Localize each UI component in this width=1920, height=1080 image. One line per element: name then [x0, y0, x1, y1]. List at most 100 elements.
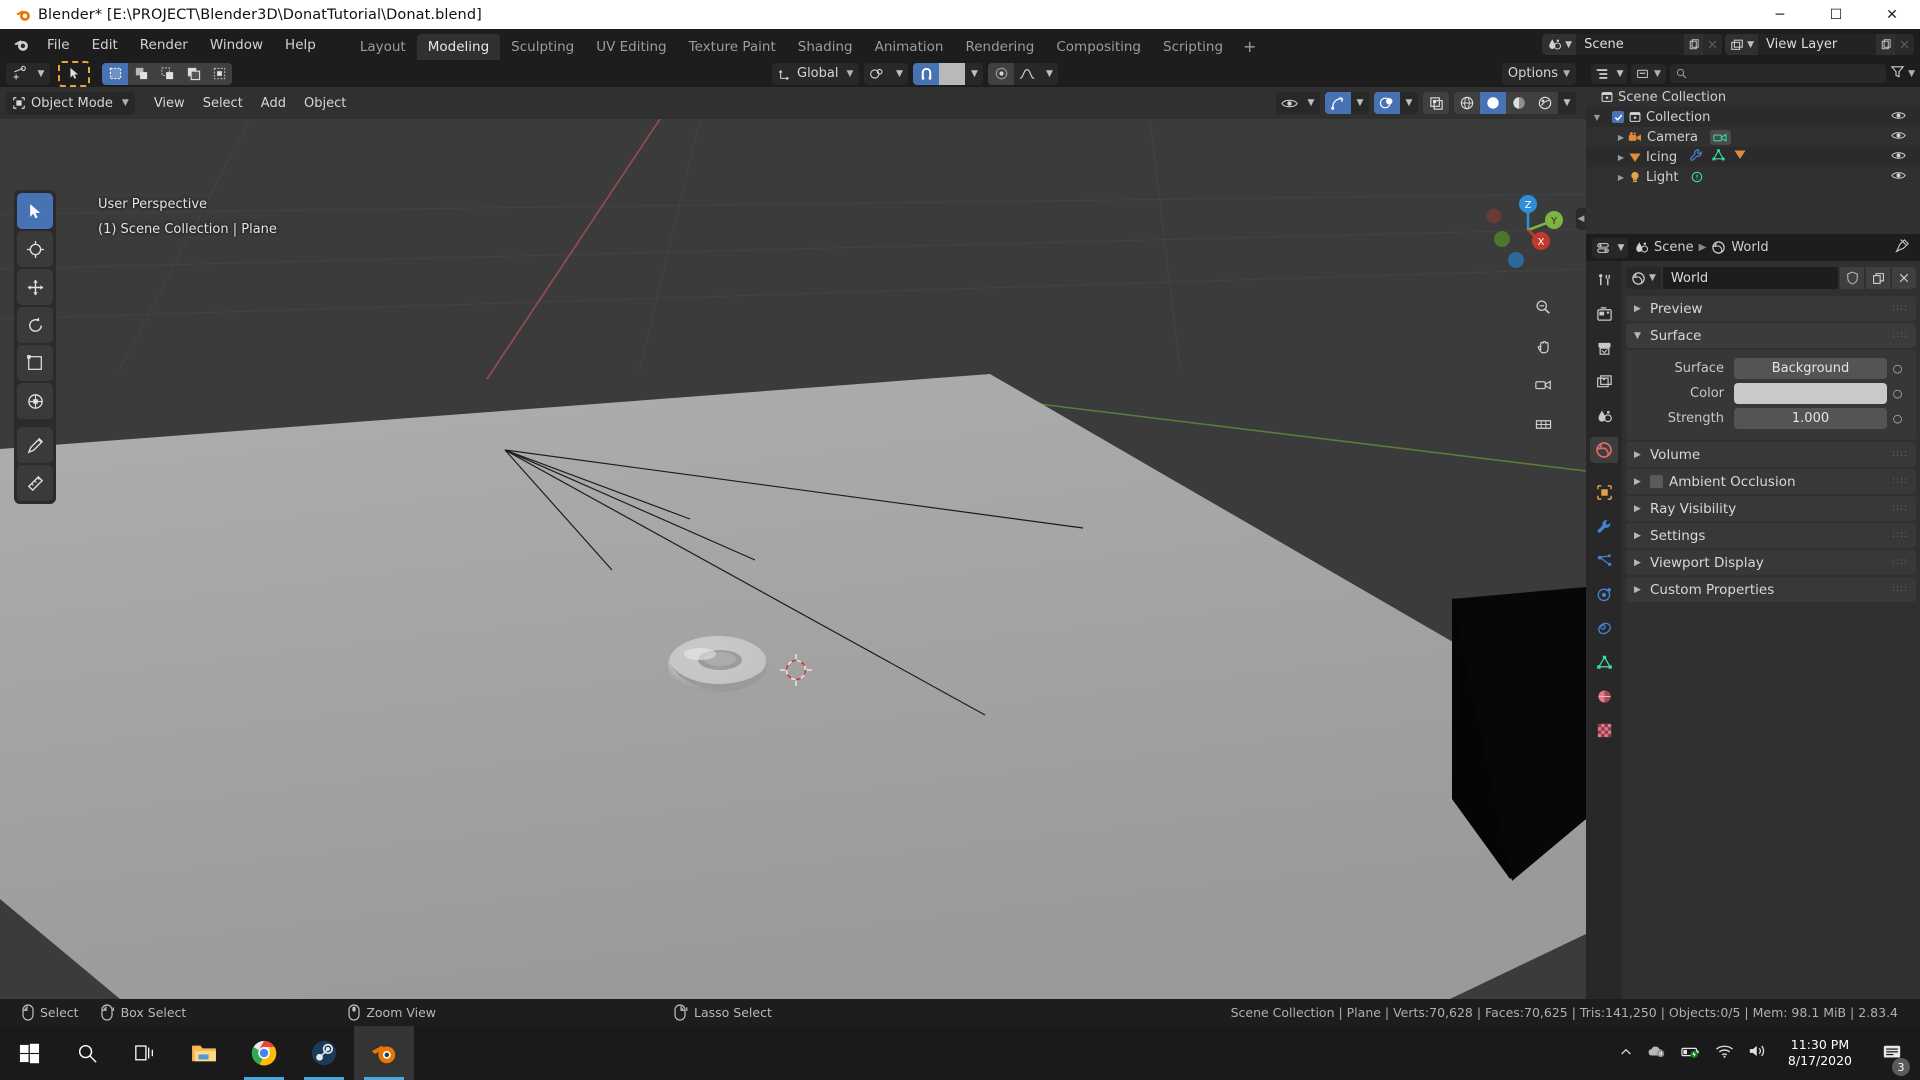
color-animate-dot-icon[interactable]: ○: [1889, 383, 1906, 404]
snap-target-icon[interactable]: [939, 62, 966, 85]
shading-chevron-down-icon[interactable]: ▼: [1558, 92, 1576, 114]
rotate-tool-icon[interactable]: [17, 307, 53, 343]
tab-modifiers[interactable]: [1590, 513, 1618, 539]
tab-scene[interactable]: [1590, 403, 1618, 429]
measure-tool-icon[interactable]: [17, 465, 53, 501]
outliner-display-mode-dropdown[interactable]: ▼: [1631, 63, 1666, 84]
solid-shading-icon[interactable]: [1480, 92, 1506, 114]
visibility-eye-icon[interactable]: [1891, 110, 1906, 125]
properties-editor[interactable]: ▼ Scene ▶ World ▼ World ▶ Preview:::: ▼…: [1586, 234, 1920, 999]
viewport-options-button[interactable]: Options ▼: [1501, 62, 1576, 85]
start-button[interactable]: [0, 1026, 58, 1080]
annotate-tool-icon[interactable]: [17, 427, 53, 463]
expand-triangle-icon[interactable]: ▶: [1614, 173, 1628, 182]
panel-ray-visibility[interactable]: ▶ Ray Visibility ::::: [1626, 496, 1916, 521]
expand-triangle-icon[interactable]: ▶: [1614, 133, 1628, 142]
gizmo-icon[interactable]: [1325, 92, 1351, 114]
magnet-icon[interactable]: [913, 62, 940, 85]
visibility-chevron-down-icon[interactable]: ▼: [1302, 92, 1320, 114]
panel-grip-icon[interactable]: ::::: [1892, 304, 1908, 313]
panel-grip-icon[interactable]: ::::: [1892, 504, 1908, 513]
tab-rendering[interactable]: Rendering: [954, 34, 1045, 61]
onedrive-icon[interactable]: [1647, 1043, 1667, 1063]
proportional-edit-icon[interactable]: [988, 62, 1015, 85]
toggle-orthographic-icon[interactable]: [1528, 409, 1558, 439]
navigation-gizmo[interactable]: Z Y X: [1486, 188, 1570, 272]
view-layer-browse-icon[interactable]: ▼: [1725, 34, 1758, 55]
steam-button[interactable]: [294, 1026, 354, 1080]
viewport-menu-object[interactable]: Object: [295, 92, 355, 115]
view-layer-selector[interactable]: ▼ View Layer: [1725, 34, 1914, 55]
tab-render[interactable]: [1590, 301, 1618, 327]
overlays-icon[interactable]: [1374, 92, 1400, 114]
menu-file[interactable]: File: [37, 33, 80, 57]
surface-shader-value[interactable]: Background: [1734, 357, 1887, 379]
camera-view-icon[interactable]: [1528, 370, 1558, 400]
viewport-menu-add[interactable]: Add: [252, 92, 295, 115]
surface-animate-dot-icon[interactable]: ○: [1889, 358, 1906, 379]
tab-uv-editing[interactable]: UV Editing: [585, 34, 677, 61]
scene-name[interactable]: Scene: [1576, 34, 1685, 55]
tab-output[interactable]: [1590, 335, 1618, 361]
tab-modeling[interactable]: Modeling: [416, 34, 501, 61]
transform-tool-icon[interactable]: [17, 383, 53, 419]
browse-world-icon[interactable]: ▼: [1626, 267, 1661, 289]
extend-select-icon[interactable]: [128, 62, 154, 85]
outliner-row-camera[interactable]: ▶ Camera: [1586, 127, 1920, 147]
new-view-layer-icon[interactable]: [1876, 34, 1895, 55]
search-button[interactable]: [58, 1026, 116, 1080]
tool-settings-chevron-down-icon[interactable]: ▼: [32, 62, 50, 85]
viewport-menu-view[interactable]: View: [145, 92, 194, 115]
tab-constraints[interactable]: [1590, 615, 1618, 641]
outliner-row-collection[interactable]: ▼ Collection: [1586, 107, 1920, 127]
tab-tool[interactable]: [1590, 267, 1618, 293]
tab-texture[interactable]: [1590, 717, 1618, 743]
outliner-editor[interactable]: ▼ ▼ ▼ Scene Collection ▼ Collection ▶ Ca…: [1586, 60, 1920, 234]
scale-tool-icon[interactable]: [17, 345, 53, 381]
properties-type-chevron-down-icon[interactable]: ▼: [1614, 237, 1628, 258]
set-select-icon[interactable]: [102, 62, 128, 85]
outliner-search-input[interactable]: [1669, 64, 1887, 83]
tab-material[interactable]: [1590, 683, 1618, 709]
snap-chevron-down-icon[interactable]: ▼: [965, 62, 984, 85]
tab-texture-paint[interactable]: Texture Paint: [678, 34, 787, 61]
wireframe-shading-icon[interactable]: [1454, 92, 1480, 114]
tab-scripting[interactable]: Scripting: [1152, 34, 1234, 61]
tweak-select-tool-icon[interactable]: [17, 193, 53, 229]
pivot-point-dropdown[interactable]: ▼: [864, 62, 909, 85]
panel-grip-icon[interactable]: ::::: [1892, 477, 1908, 486]
material-preview-shading-icon[interactable]: [1506, 92, 1532, 114]
outliner-row-light[interactable]: ▶ Light: [1586, 167, 1920, 187]
tab-layout[interactable]: Layout: [349, 34, 417, 61]
unlink-scene-icon[interactable]: [1703, 34, 1723, 55]
close-icon[interactable]: [1892, 267, 1916, 289]
surface-color-swatch[interactable]: [1734, 382, 1887, 404]
pivot-point-icon[interactable]: [864, 63, 890, 85]
cursor-tool-icon[interactable]: [17, 231, 53, 267]
viewport-canvas[interactable]: [0, 119, 1586, 999]
panel-grip-icon[interactable]: ::::: [1892, 531, 1908, 540]
pan-view-icon[interactable]: [1528, 331, 1558, 361]
breadcrumb-world[interactable]: World: [1731, 240, 1768, 255]
invert-select-icon[interactable]: [180, 62, 206, 85]
wifi-icon[interactable]: [1715, 1044, 1734, 1063]
outliner-editor-type-dropdown[interactable]: ▼: [1591, 63, 1627, 84]
panel-surface[interactable]: ▼ Surface ::::: [1626, 323, 1916, 348]
breadcrumb-scene[interactable]: Scene: [1654, 240, 1694, 255]
move-tool-icon[interactable]: [17, 269, 53, 305]
close-button[interactable]: ✕: [1864, 0, 1920, 29]
chrome-button[interactable]: [234, 1026, 294, 1080]
add-workspace-button[interactable]: +: [1234, 34, 1265, 61]
rendered-shading-icon[interactable]: [1532, 92, 1558, 114]
outliner-type-chevron-down-icon[interactable]: ▼: [1613, 63, 1627, 84]
modifier-icon[interactable]: [1689, 148, 1704, 166]
light-data-icon[interactable]: [1690, 170, 1704, 184]
eye-icon[interactable]: [1276, 92, 1302, 114]
zoom-view-icon[interactable]: [1528, 292, 1558, 322]
falloff-curve-icon[interactable]: [1014, 63, 1040, 85]
panel-ambient-occlusion[interactable]: ▶ Ambient Occlusion ::::: [1626, 469, 1916, 494]
outliner-row-scene-collection[interactable]: Scene Collection: [1586, 87, 1920, 107]
menu-help[interactable]: Help: [275, 33, 326, 57]
gizmo-chevron-down-icon[interactable]: ▼: [1351, 92, 1369, 114]
visibility-dropdown[interactable]: ▼: [1276, 92, 1320, 114]
